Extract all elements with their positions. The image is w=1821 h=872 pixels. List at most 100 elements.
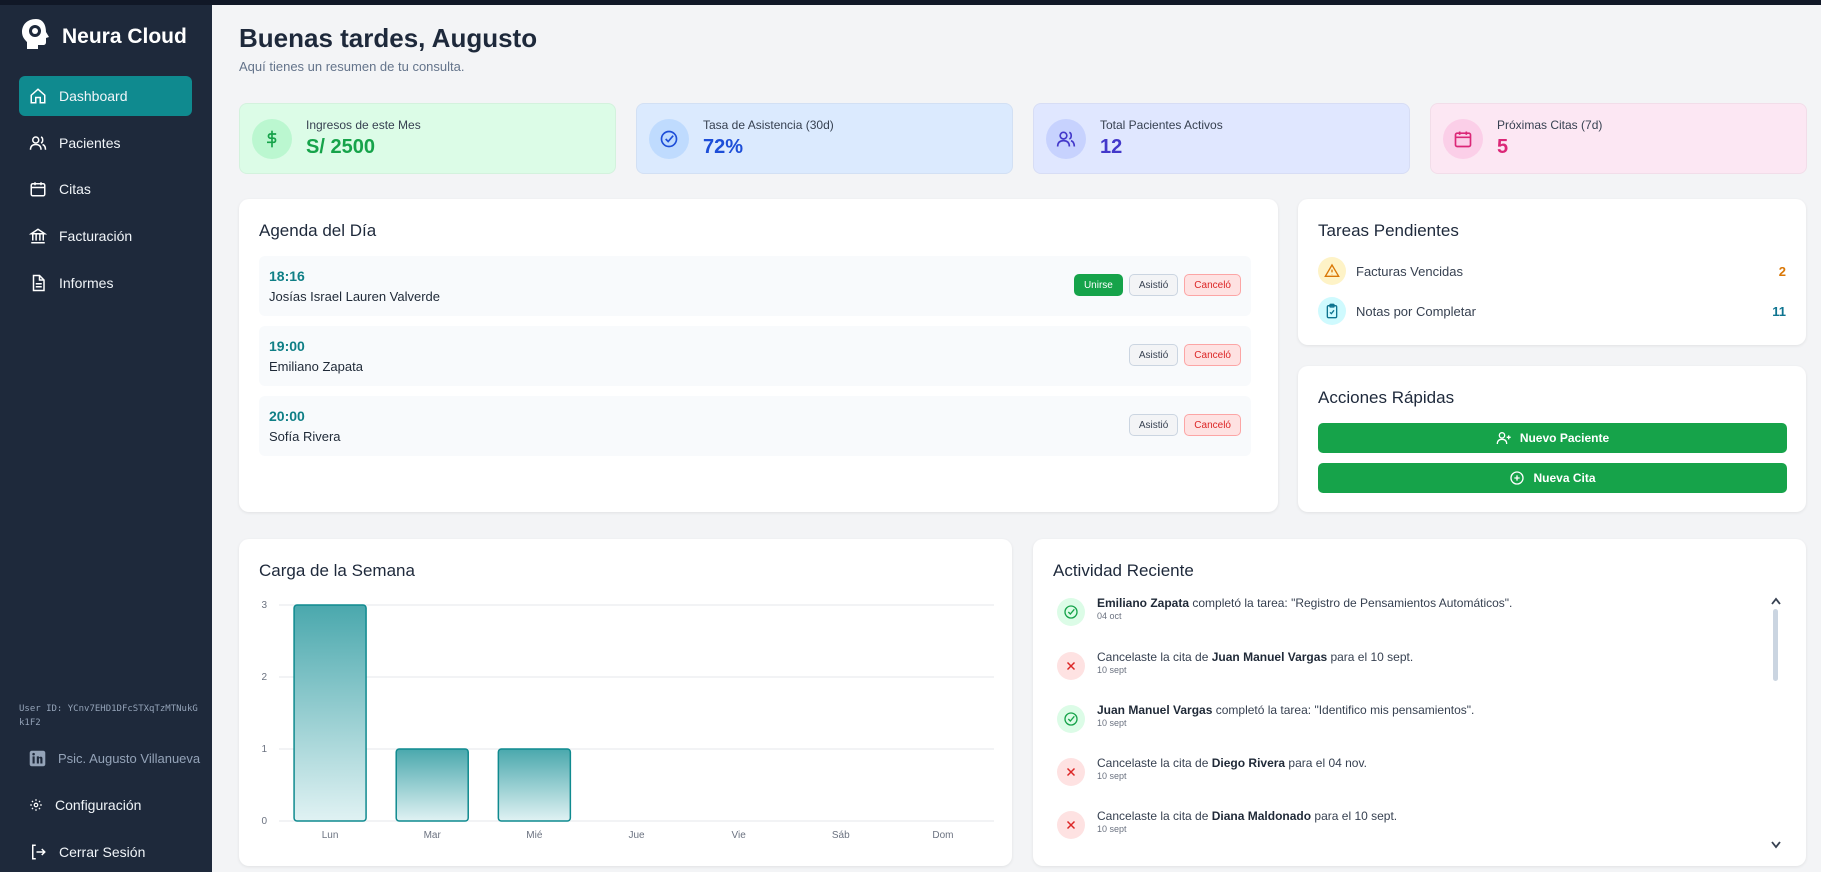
logout-icon	[32, 844, 46, 860]
clipboard-icon	[1326, 303, 1338, 319]
activity-text: Emiliano Zapata completó la tarea: "Regi…	[1097, 596, 1512, 611]
calendar-icon	[1454, 131, 1472, 147]
check-circle-icon	[1057, 705, 1085, 733]
cancelled-button[interactable]: Canceló	[1184, 414, 1241, 436]
settings-link[interactable]: Configuración	[19, 797, 141, 813]
sidebar-item-label: Citas	[59, 181, 91, 197]
appointment-patient: Sofía Rivera	[269, 429, 341, 444]
y-tick-label: 2	[261, 672, 267, 683]
attended-button[interactable]: Asistió	[1128, 274, 1179, 296]
new-patient-button[interactable]: Nuevo Paciente	[1318, 423, 1787, 453]
window-top-bar	[0, 0, 1821, 5]
brand[interactable]: Neura Cloud	[20, 17, 187, 56]
sidebar-item-dashboard[interactable]: Dashboard	[19, 76, 192, 116]
activity-patient-name: Diana Maldonado	[1211, 809, 1312, 823]
sidebar: Neura Cloud Dashboard Pacientes Citas Fa…	[0, 5, 212, 872]
appointment-row[interactable]: 20:00 Sofía Rivera Asistió Canceló	[259, 396, 1251, 456]
sidebar-item-informes[interactable]: Informes	[19, 263, 192, 303]
x-icon	[1057, 758, 1085, 786]
scrollbar-track[interactable]	[1771, 597, 1781, 849]
x-icon	[1057, 811, 1085, 839]
task-label: Notas por Completar	[1356, 303, 1476, 319]
sidebar-item-citas[interactable]: Citas	[19, 169, 192, 209]
task-icon-circle	[1318, 257, 1346, 285]
appointment-patient: Emiliano Zapata	[269, 359, 363, 374]
task-count: 11	[1772, 303, 1786, 319]
x-tick-label: Dom	[932, 830, 953, 841]
stat-icon-circle	[252, 118, 292, 159]
appointment-time: 20:00	[269, 408, 305, 424]
agenda-title: Agenda del Día	[259, 221, 377, 240]
warning-icon	[1324, 263, 1340, 277]
user-id: User ID: YCnv7EHD1DFcSTXqTzMTNukGk1F2	[19, 704, 198, 728]
logout-button[interactable]: Cerrar Sesión	[19, 843, 145, 861]
quick-actions-card: Acciones Rápidas Nuevo Paciente Nueva Ci…	[1298, 366, 1806, 512]
activity-prefix: Cancelaste la cita de	[1097, 809, 1212, 823]
sidebar-item-label: Informes	[59, 275, 114, 291]
chevron-up-icon[interactable]	[1771, 597, 1781, 605]
page-subtitle: Aquí tienes un resumen de tu consulta.	[239, 59, 465, 74]
activity-prefix: Cancelaste la cita de	[1097, 650, 1212, 664]
profile-name: Psic. Augusto Villanueva	[58, 751, 201, 766]
task-item-overdue-invoices[interactable]: Facturas Vencidas 2	[1318, 256, 1786, 286]
cancelled-button[interactable]: Canceló	[1184, 344, 1241, 366]
profile-link[interactable]: Psic. Augusto Villanueva	[19, 750, 200, 767]
x-tick-label: Lun	[322, 830, 339, 841]
activity-date: 10 sept	[1097, 824, 1127, 834]
sidebar-item-label: Pacientes	[59, 135, 121, 151]
bar-mar[interactable]	[395, 748, 469, 822]
sidebar-item-facturacion[interactable]: Facturación	[19, 216, 192, 256]
x-tick-label: Vie	[732, 830, 747, 841]
activity-item[interactable]: Cancelaste la cita de Diana Maldonado pa…	[1057, 809, 1757, 839]
activity-text: Cancelaste la cita de Diego Rivera para …	[1097, 756, 1367, 771]
cancelled-button[interactable]: Canceló	[1184, 274, 1241, 296]
task-label: Facturas Vencidas	[1356, 263, 1463, 279]
week-load-chart: 0 1 2 3 Lun Mar Mié Jue Vie Sáb Dom	[261, 600, 994, 841]
appointment-row[interactable]: 19:00 Emiliano Zapata Asistió Canceló	[259, 326, 1251, 386]
chevron-down-icon[interactable]	[1771, 841, 1781, 849]
sidebar-item-label: Facturación	[59, 228, 133, 244]
new-appointment-button[interactable]: Nueva Cita	[1318, 463, 1787, 493]
quick-actions-title: Acciones Rápidas	[1318, 388, 1455, 407]
stat-value: 5	[1497, 136, 1509, 158]
activity-patient-name: Diego Rivera	[1211, 756, 1286, 770]
calendar-icon	[30, 182, 46, 197]
logout-label: Cerrar Sesión	[59, 844, 146, 860]
activity-item[interactable]: Juan Manuel Vargas completó la tarea: "I…	[1057, 703, 1757, 733]
users-icon	[1056, 131, 1076, 147]
appointment-row[interactable]: 18:16 Josías Israel Lauren Valverde Unir…	[259, 256, 1251, 316]
appointment-time: 19:00	[269, 338, 305, 354]
page-title: Buenas tardes, Augusto	[239, 23, 538, 53]
attended-button[interactable]: Asistió	[1128, 344, 1179, 366]
activity-patient-name: Juan Manuel Vargas	[1211, 650, 1328, 664]
activity-detail: para el 04 nov.	[1285, 756, 1367, 770]
brand-name: Neura Cloud	[62, 24, 187, 48]
activity-item[interactable]: Emiliano Zapata completó la tarea: "Regi…	[1057, 596, 1757, 626]
gear-icon	[30, 799, 42, 811]
activity-date: 10 sept	[1097, 665, 1127, 675]
users-icon	[29, 136, 47, 150]
scrollbar-thumb[interactable]	[1773, 609, 1778, 681]
check-circle-icon	[660, 130, 678, 147]
linkedin-icon	[29, 750, 46, 767]
x-icon	[1057, 652, 1085, 680]
bar-lun[interactable]	[293, 604, 367, 822]
join-button[interactable]: Unirse	[1073, 274, 1123, 296]
task-count: 2	[1778, 263, 1786, 279]
x-tick-label: Mié	[526, 830, 543, 841]
stat-icon-circle	[1046, 118, 1086, 159]
activity-detail: para el 10 sept.	[1327, 650, 1414, 664]
appointment-time: 18:16	[269, 268, 305, 284]
sidebar-item-pacientes[interactable]: Pacientes	[19, 123, 192, 163]
stat-card-attendance: Tasa de Asistencia (30d) 72%	[636, 103, 1013, 174]
activity-prefix: Cancelaste la cita de	[1097, 756, 1212, 770]
activity-item[interactable]: Cancelaste la cita de Juan Manuel Vargas…	[1057, 650, 1757, 680]
task-item-notes-to-complete[interactable]: Notas por Completar 11	[1318, 296, 1786, 326]
brain-head-logo-icon	[20, 17, 52, 56]
stat-value: S/ 2500	[306, 136, 375, 158]
attended-button[interactable]: Asistió	[1128, 414, 1179, 436]
activity-item[interactable]: Cancelaste la cita de Diego Rivera para …	[1057, 756, 1757, 786]
plus-circle-icon	[1510, 471, 1525, 485]
stat-value: 72%	[703, 136, 744, 158]
bar-mié[interactable]	[497, 748, 572, 822]
